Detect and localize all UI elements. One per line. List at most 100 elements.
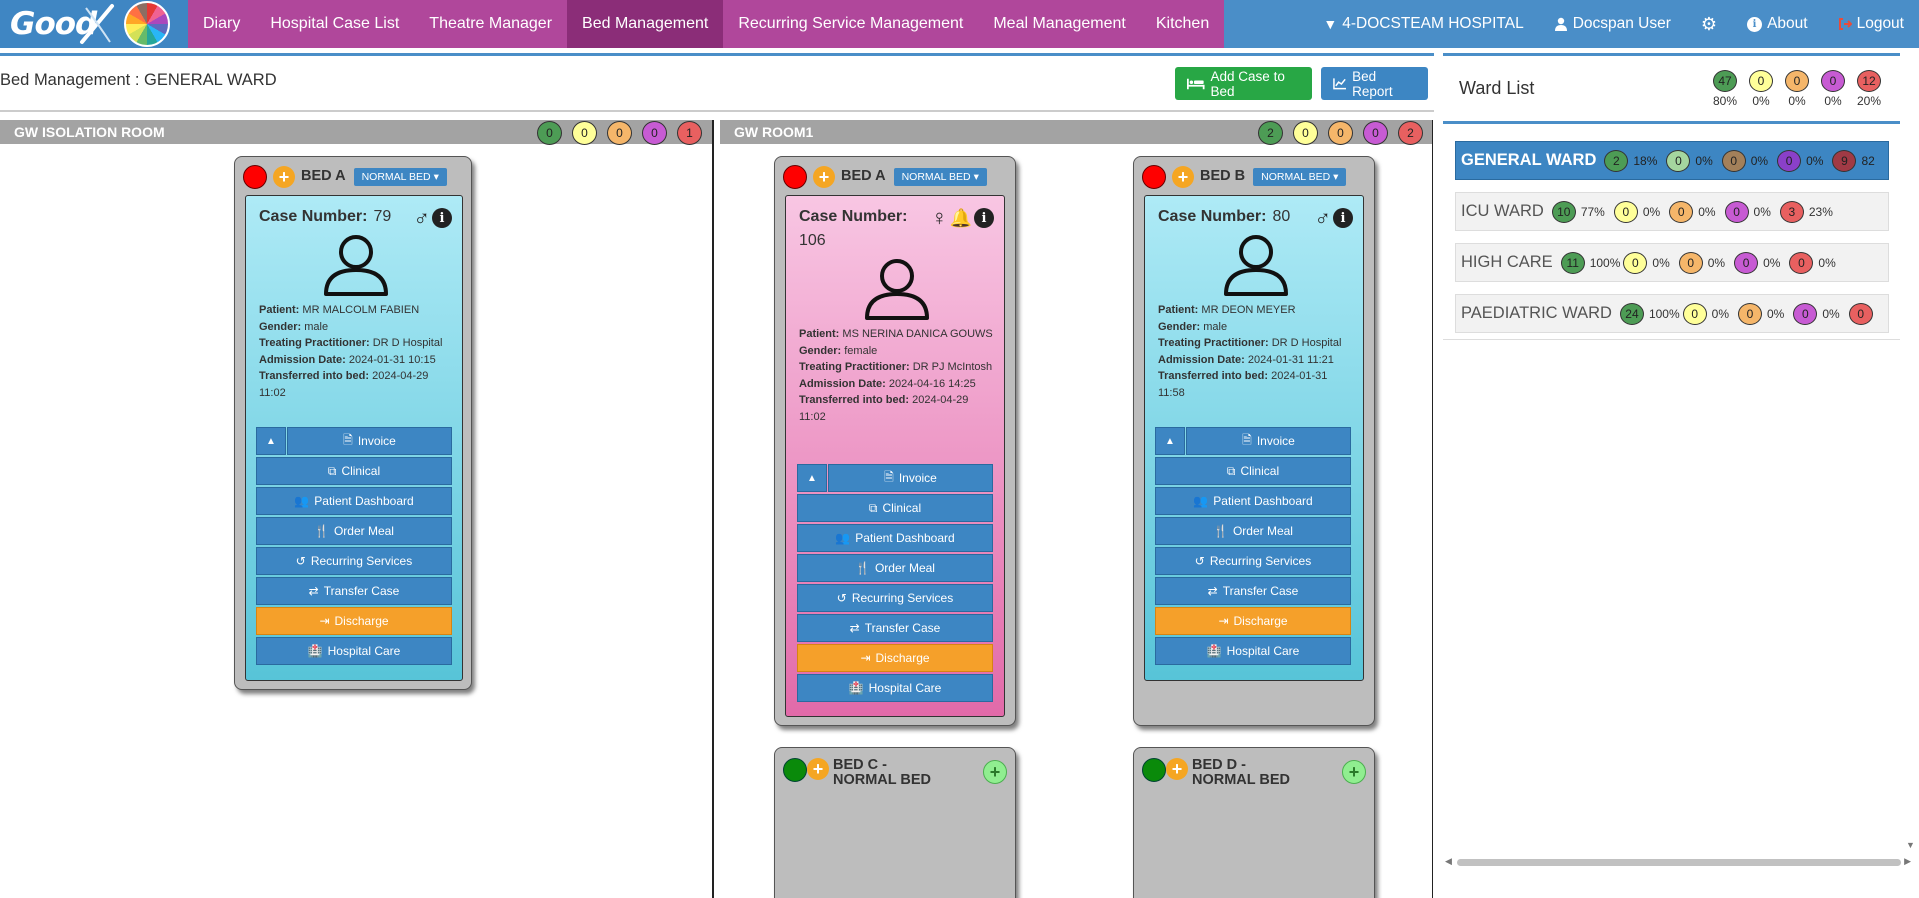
bed-report-button[interactable]: Bed Report <box>1321 67 1428 100</box>
transfer-case-button[interactable]: ⇄ Transfer Case <box>256 577 452 605</box>
blocked-badge: 0 <box>1363 121 1388 145</box>
action-label: Invoice <box>357 434 396 448</box>
invoice-button[interactable]: 🗎 Invoice <box>828 464 993 492</box>
add-case-plus-icon[interactable]: + <box>1342 760 1366 784</box>
user-account[interactable]: Docspan User <box>1539 0 1686 48</box>
total-pending: 0 0% <box>1784 70 1810 108</box>
add-plus-icon[interactable]: + <box>273 166 295 188</box>
ward-count: 10 <box>1551 200 1576 223</box>
logout-link[interactable]: Logout <box>1823 0 1919 48</box>
hospital-care-button[interactable]: 🏥 Hospital Care <box>1155 637 1351 665</box>
add-plus-icon[interactable]: + <box>1166 758 1188 780</box>
history-icon: ↺ <box>295 554 306 568</box>
add-plus-icon[interactable]: + <box>813 166 835 188</box>
room-divider <box>712 120 714 898</box>
action-label: Transfer Case <box>1222 584 1299 598</box>
nav-theatre-manager[interactable]: Theatre Manager <box>414 0 567 48</box>
header-divider <box>0 110 1434 112</box>
ward-count: 0 <box>1682 302 1707 325</box>
recurring-services-button[interactable]: ↺ Recurring Services <box>256 547 452 575</box>
order-meal-button[interactable]: 🍴 Order Meal <box>1155 517 1351 545</box>
ward-pct: 0% <box>1750 153 1769 168</box>
scroll-right-icon[interactable]: ▶ <box>1904 856 1911 867</box>
transfer-case-button[interactable]: ⇄ Transfer Case <box>797 614 993 642</box>
practitioner-value: DR D Hospital <box>372 337 443 349</box>
admission-label: Admission Date: <box>799 377 886 390</box>
nav-diary[interactable]: Diary <box>188 0 255 48</box>
transferred-label: Transferred into bed: <box>259 370 370 382</box>
scroll-thumb[interactable] <box>1457 859 1901 866</box>
action-label: Discharge <box>875 651 930 665</box>
collapse-caret-icon[interactable]: ▲ <box>256 427 286 455</box>
about-link[interactable]: i About <box>1732 0 1823 48</box>
info-icon[interactable]: i <box>974 208 994 228</box>
recurring-services-button[interactable]: ↺ Recurring Services <box>797 584 993 612</box>
discharge-button[interactable]: ⇥ Discharge <box>1155 607 1351 635</box>
ward-pct: 0% <box>1763 255 1781 270</box>
discharge-button[interactable]: ⇥ Discharge <box>797 644 993 672</box>
bed-name: BED A <box>301 168 346 185</box>
transferred-label: Transferred into bed: <box>1158 370 1269 382</box>
clinical-button[interactable]: ⧉ Clinical <box>797 494 993 522</box>
add-case-plus-icon[interactable]: + <box>983 760 1007 784</box>
transfer-case-button[interactable]: ⇄ Transfer Case <box>1155 577 1351 605</box>
collapse-caret-icon[interactable]: ▲ <box>797 464 827 492</box>
ward-item-general-ward[interactable]: GENERAL WARD 2 18% 0 0% 0 0% 0 0% 9 82 <box>1455 141 1889 180</box>
hospital-dropdown[interactable]: ▼ 4-DOCSTEAM HOSPITAL <box>1308 0 1538 48</box>
bed-status-available-icon <box>1142 758 1166 782</box>
nav-bed-management[interactable]: Bed Management <box>567 0 724 48</box>
info-icon[interactable]: i <box>432 208 452 228</box>
nav-meal-management[interactable]: Meal Management <box>978 0 1141 48</box>
scroll-left-icon[interactable]: ◀ <box>1445 856 1452 867</box>
nav-hospital-case-list[interactable]: Hospital Case List <box>255 0 414 48</box>
ward-item-high-care[interactable]: HIGH CARE 11 100% 0 0% 0 0% 0 0% 0 0% <box>1455 243 1889 282</box>
clinical-button[interactable]: ⧉ Clinical <box>256 457 452 485</box>
action-label: Recurring Services <box>310 554 413 568</box>
nav-recurring-service-management[interactable]: Recurring Service Management <box>723 0 978 48</box>
sign-out-icon: ⇥ <box>1218 614 1229 628</box>
ward-pct: 0% <box>1767 306 1785 321</box>
settings-button[interactable]: ⚙ <box>1686 0 1732 48</box>
bed-type-label: NORMAL BED <box>901 171 971 183</box>
page-title: Bed Management : GENERAL WARD <box>0 71 277 89</box>
ward-count: 24 <box>1619 302 1644 325</box>
invoice-button[interactable]: 🗎 Invoice <box>287 427 452 455</box>
ward-count: 0 <box>1669 200 1694 223</box>
patient-label: Patient: <box>259 304 300 316</box>
hospital-care-button[interactable]: 🏥 Hospital Care <box>256 637 452 665</box>
collapse-caret-icon[interactable]: ▲ <box>1155 427 1185 455</box>
ward-item-paediatric-ward[interactable]: PAEDIATRIC WARD 24 100% 0 0% 0 0% 0 0% 0 <box>1455 294 1889 333</box>
info-icon[interactable]: i <box>1333 208 1353 228</box>
scroll-down-icon[interactable]: ▼ <box>1906 840 1915 850</box>
patient-dashboard-button[interactable]: 👥 Patient Dashboard <box>797 524 993 552</box>
bed-type-dropdown[interactable]: NORMAL BED ▾ <box>1253 168 1347 186</box>
ward-item-icu-ward[interactable]: ICU WARD 10 77% 0 0% 0 0% 0 0% 3 23% <box>1455 192 1889 231</box>
patient-dashboard-button[interactable]: 👥 Patient Dashboard <box>256 487 452 515</box>
ward-pct: 18% <box>1633 153 1658 168</box>
bed-card-isolation-bed-a: + BED A NORMAL BED ▾ Case Number: 79 ♂ i … <box>234 156 472 690</box>
recurring-services-button[interactable]: ↺ Recurring Services <box>1155 547 1351 575</box>
add-plus-icon[interactable]: + <box>807 758 829 780</box>
bed-type-dropdown[interactable]: NORMAL BED ▾ <box>893 168 987 186</box>
order-meal-button[interactable]: 🍴 Order Meal <box>797 554 993 582</box>
add-case-to-bed-button[interactable]: Add Case to Bed <box>1175 67 1312 100</box>
clinical-button[interactable]: ⧉ Clinical <box>1155 457 1351 485</box>
users-icon: 👥 <box>1193 494 1209 508</box>
nav-kitchen[interactable]: Kitchen <box>1141 0 1224 48</box>
discharge-button[interactable]: ⇥ Discharge <box>256 607 452 635</box>
goodx-logo[interactable]: Good <box>0 0 188 48</box>
room-name: GW ROOM1 <box>734 124 814 140</box>
add-plus-icon[interactable]: + <box>1172 166 1194 188</box>
hospital-care-button[interactable]: 🏥 Hospital Care <box>797 674 993 702</box>
order-meal-button[interactable]: 🍴 Order Meal <box>256 517 452 545</box>
invoice-button[interactable]: 🗎 Invoice <box>1186 427 1351 455</box>
total-occupied: 47 80% <box>1712 70 1738 108</box>
bed-type-dropdown[interactable]: NORMAL BED ▾ <box>353 168 447 186</box>
total-pct: 0% <box>1788 94 1806 108</box>
ward-name: HIGH CARE <box>1461 253 1553 271</box>
female-icon: ♀ <box>931 205 948 230</box>
ward-list-horizontal-scrollbar[interactable]: ◀ ▶ <box>1443 856 1913 868</box>
action-label: Patient Dashboard <box>314 494 414 508</box>
patient-dashboard-button[interactable]: 👥 Patient Dashboard <box>1155 487 1351 515</box>
ward-pct: 0% <box>1642 204 1661 219</box>
